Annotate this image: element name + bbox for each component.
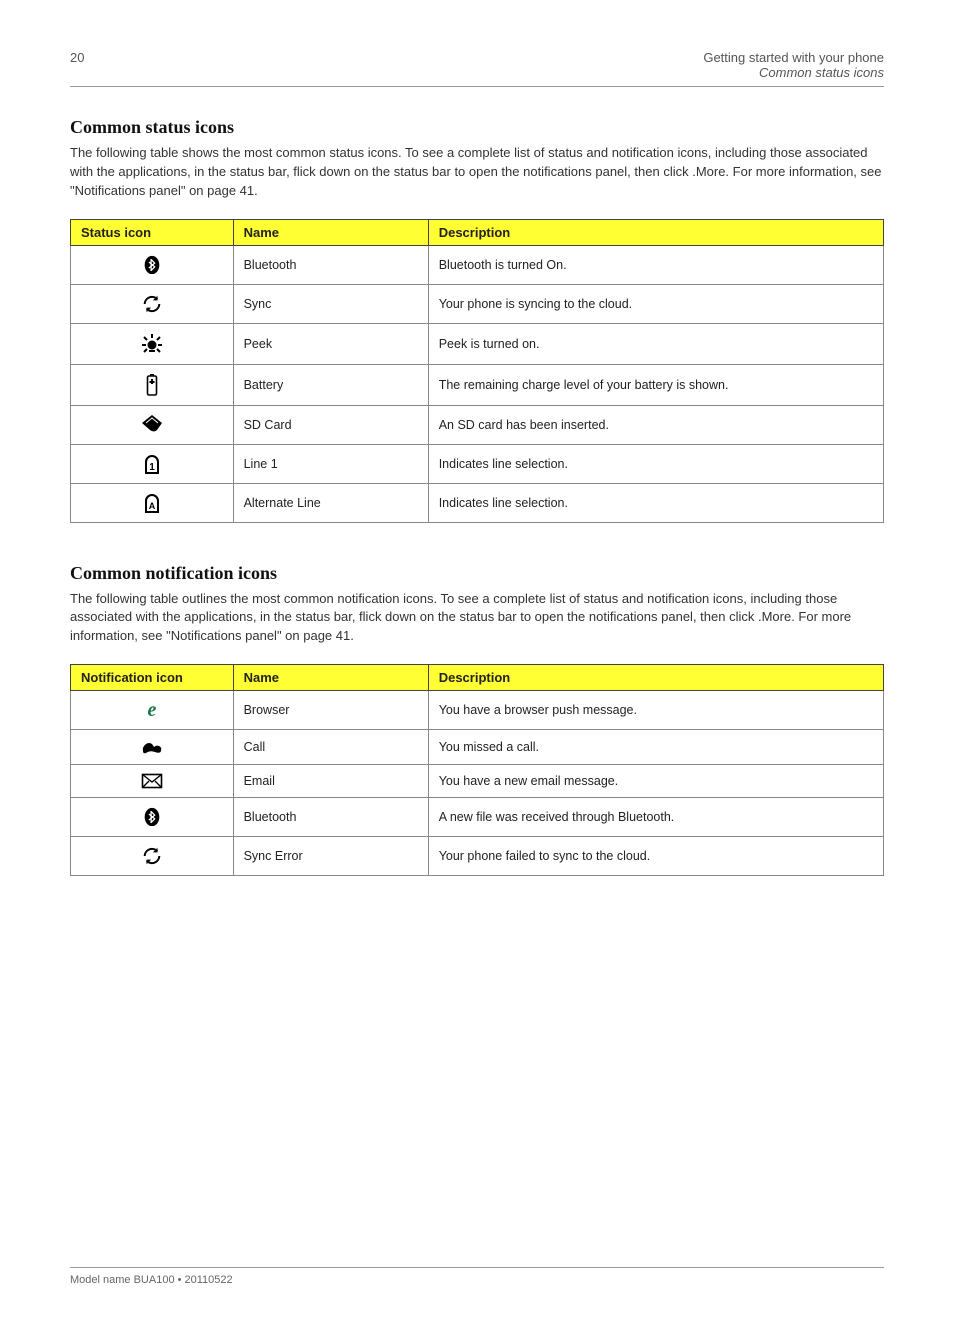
svg-text:1: 1 xyxy=(149,462,155,473)
cell-desc: Peek is turned on. xyxy=(428,323,883,364)
table-row: A Alternate Line Indicates line selectio… xyxy=(71,483,884,522)
table-row: Call You missed a call. xyxy=(71,730,884,765)
cell-desc: Your phone is syncing to the cloud. xyxy=(428,284,883,323)
bluetooth-icon xyxy=(81,806,223,828)
cell-name: Sync xyxy=(233,284,428,323)
alternate-line-icon: A xyxy=(81,492,223,514)
breadcrumb-line2: Common status icons xyxy=(703,65,884,80)
cell-name: Peek xyxy=(233,323,428,364)
cell-name: Alternate Line xyxy=(233,483,428,522)
cell-desc: Your phone failed to sync to the cloud. xyxy=(428,837,883,876)
cell-desc: Indicates line selection. xyxy=(428,444,883,483)
cell-desc: You have a new email message. xyxy=(428,765,883,798)
table-row: Battery The remaining charge level of yo… xyxy=(71,364,884,405)
cell-name: Email xyxy=(233,765,428,798)
th-notif-icon: Notification icon xyxy=(71,665,234,691)
section-heading-status-icons: Common status icons xyxy=(70,117,884,138)
section-heading-notification-icons: Common notification icons xyxy=(70,563,884,584)
bluetooth-icon xyxy=(81,254,223,276)
cell-name: Battery xyxy=(233,364,428,405)
battery-icon xyxy=(81,373,223,397)
table-row: Peek Peek is turned on. xyxy=(71,323,884,364)
cell-name: Bluetooth xyxy=(233,245,428,284)
notification-icons-table: Notification icon Name Description e Bro… xyxy=(70,664,884,876)
phone-call-icon xyxy=(81,738,223,756)
cell-name: Line 1 xyxy=(233,444,428,483)
section-description-notification-icons: The following table outlines the most co… xyxy=(70,590,884,647)
cell-name: SD Card xyxy=(233,405,428,444)
cell-desc: You have a browser push message. xyxy=(428,691,883,730)
brightness-peek-icon xyxy=(81,332,223,356)
th-status-desc: Description xyxy=(428,219,883,245)
cell-name: Call xyxy=(233,730,428,765)
page-header: 20 Getting started with your phone Commo… xyxy=(70,50,884,87)
table-row: SD Card An SD card has been inserted. xyxy=(71,405,884,444)
footer-text: Model name BUA100 • 20110522 xyxy=(70,1274,233,1286)
cell-name: Bluetooth xyxy=(233,798,428,837)
breadcrumb-line1: Getting started with your phone xyxy=(703,50,884,65)
sdcard-icon xyxy=(81,414,223,436)
page-footer: Model name BUA100 • 20110522 xyxy=(70,1267,884,1286)
breadcrumb: Getting started with your phone Common s… xyxy=(703,50,884,80)
th-status-icon: Status icon xyxy=(71,219,234,245)
line1-icon: 1 xyxy=(81,453,223,475)
table-row: Sync Your phone is syncing to the cloud. xyxy=(71,284,884,323)
cell-desc: Indicates line selection. xyxy=(428,483,883,522)
table-row: Bluetooth A new file was received throug… xyxy=(71,798,884,837)
section-description-status-icons: The following table shows the most commo… xyxy=(70,144,884,201)
cell-name: Browser xyxy=(233,691,428,730)
table-row: Bluetooth Bluetooth is turned On. xyxy=(71,245,884,284)
cell-desc: A new file was received through Bluetoot… xyxy=(428,798,883,837)
table-row: Sync Error Your phone failed to sync to … xyxy=(71,837,884,876)
th-notif-desc: Description xyxy=(428,665,883,691)
cell-name: Sync Error xyxy=(233,837,428,876)
page-number: 20 xyxy=(70,50,84,65)
table-row: Email You have a new email message. xyxy=(71,765,884,798)
cell-desc: An SD card has been inserted. xyxy=(428,405,883,444)
svg-text:e: e xyxy=(147,699,156,721)
email-icon xyxy=(81,773,223,789)
browser-icon: e xyxy=(81,699,223,721)
table-row: e Browser You have a browser push messag… xyxy=(71,691,884,730)
th-status-name: Name xyxy=(233,219,428,245)
cell-desc: You missed a call. xyxy=(428,730,883,765)
table-row: 1 Line 1 Indicates line selection. xyxy=(71,444,884,483)
cell-desc: Bluetooth is turned On. xyxy=(428,245,883,284)
sync-icon xyxy=(81,293,223,315)
status-icons-table: Status icon Name Description Bluetooth B… xyxy=(70,219,884,523)
th-notif-name: Name xyxy=(233,665,428,691)
cell-desc: The remaining charge level of your batte… xyxy=(428,364,883,405)
svg-text:A: A xyxy=(149,501,156,511)
sync-error-icon xyxy=(81,845,223,867)
